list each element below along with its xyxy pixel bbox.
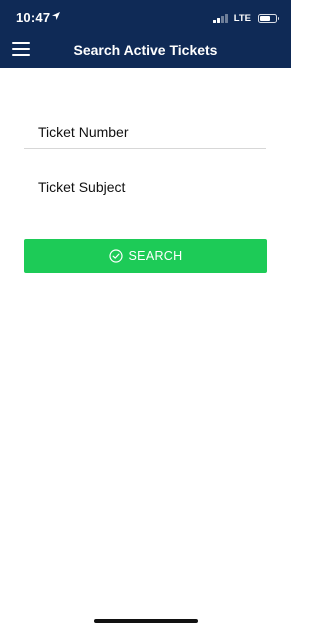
home-indicator[interactable] (94, 619, 198, 623)
status-time: 10:47 (16, 10, 51, 25)
page-title: Search Active Tickets (73, 42, 218, 58)
location-arrow-icon (52, 12, 60, 20)
status-indicators: LTE (213, 12, 279, 24)
nav-bar: Search Active Tickets (0, 34, 291, 68)
ticket-number-input[interactable] (24, 115, 266, 148)
status-bar: 10:47 LTE (0, 0, 291, 34)
search-button[interactable]: SEARCH (24, 239, 267, 273)
signal-icon (213, 13, 228, 23)
app-header: 10:47 LTE Search Active Tickets (0, 0, 291, 68)
ticket-subject-field[interactable] (24, 170, 266, 204)
network-type: LTE (233, 12, 251, 24)
ticket-subject-input[interactable] (24, 170, 266, 204)
ticket-number-field[interactable] (24, 115, 266, 149)
battery-icon (258, 13, 279, 23)
check-circle-icon (108, 249, 123, 263)
search-button-label: SEARCH (128, 249, 183, 263)
